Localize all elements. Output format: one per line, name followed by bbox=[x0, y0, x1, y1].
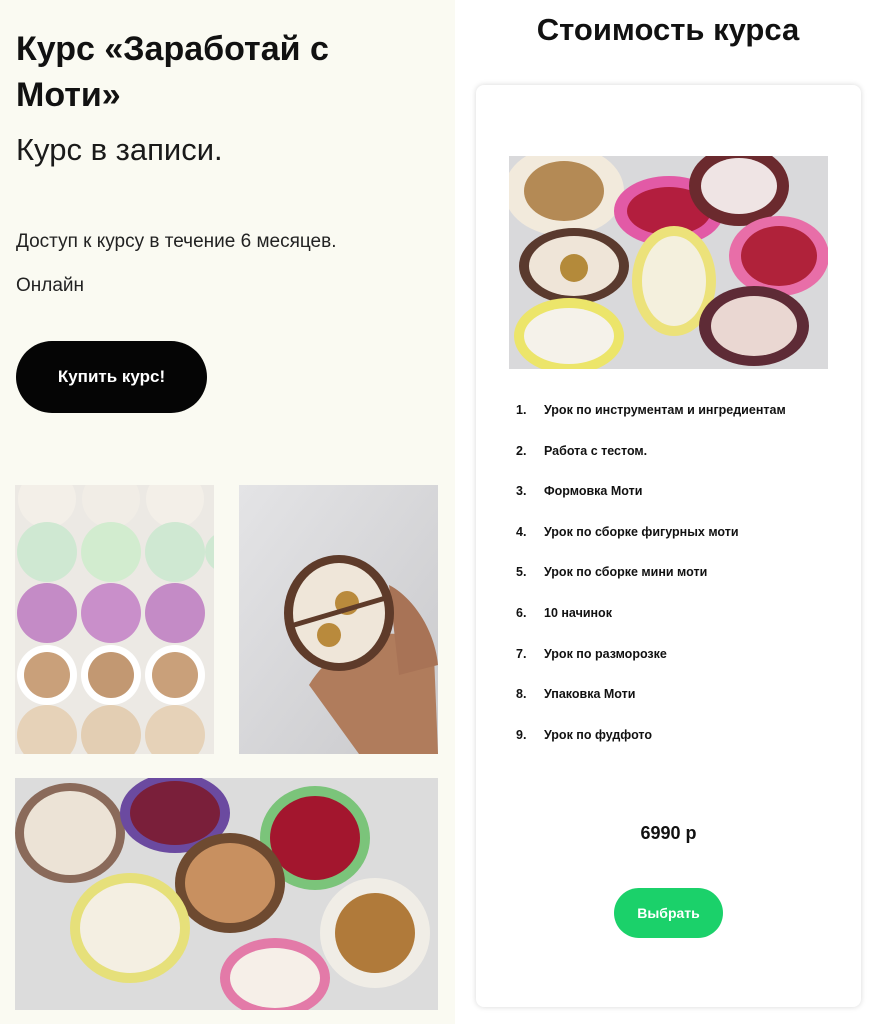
select-plan-button[interactable]: Выбрать bbox=[614, 888, 723, 938]
course-subtitle: Курс в записи. bbox=[16, 132, 223, 167]
lesson-number: 5. bbox=[516, 565, 527, 580]
lesson-label: Работа с тестом. bbox=[544, 443, 648, 458]
lesson-number: 7. bbox=[516, 646, 527, 661]
lesson-label: Урок по фудфото bbox=[544, 727, 652, 742]
lesson-number: 6. bbox=[516, 605, 527, 620]
course-price: 6990 р bbox=[640, 823, 697, 843]
lesson-label: 10 начинок bbox=[544, 605, 612, 620]
lesson-label: Урок по сборке фигурных моти bbox=[544, 524, 739, 539]
lesson-number: 8. bbox=[516, 687, 527, 702]
lesson-number: 1. bbox=[516, 403, 527, 417]
pricing-heading: Стоимость курса bbox=[536, 12, 800, 47]
lesson-label: Формовка Моти bbox=[544, 484, 643, 499]
course-info-panel: Курс «Заработай с Моти» Курс в записи. Д… bbox=[0, 0, 455, 1024]
hand-mochi-photo bbox=[239, 485, 438, 754]
course-format-text: Онлайн bbox=[16, 275, 85, 296]
lesson-number: 9. bbox=[516, 727, 527, 742]
lesson-number: 4. bbox=[516, 524, 527, 539]
assorted-mochi-photo bbox=[15, 778, 438, 1010]
course-title: Курс «Заработай с Моти» bbox=[16, 30, 329, 114]
lesson-label: Урок по инструментам и ингредиентам bbox=[544, 403, 786, 417]
lesson-label: Урок по разморозке bbox=[544, 646, 667, 661]
lesson-label: Урок по сборке мини моти bbox=[544, 565, 708, 580]
card-mochi-photo bbox=[509, 156, 828, 369]
mochi-grid-photo bbox=[15, 485, 214, 754]
lesson-number: 2. bbox=[516, 443, 527, 458]
lesson-number: 3. bbox=[516, 484, 527, 499]
pricing-card: 1. Урок по инструментам и ингредиентам 2… bbox=[476, 85, 861, 1007]
access-duration-text: Доступ к курсу в течение 6 месяцев. bbox=[16, 231, 337, 252]
lesson-label: Упаковка Моти bbox=[544, 687, 636, 702]
buy-course-button[interactable]: Купить курс! bbox=[16, 341, 207, 413]
